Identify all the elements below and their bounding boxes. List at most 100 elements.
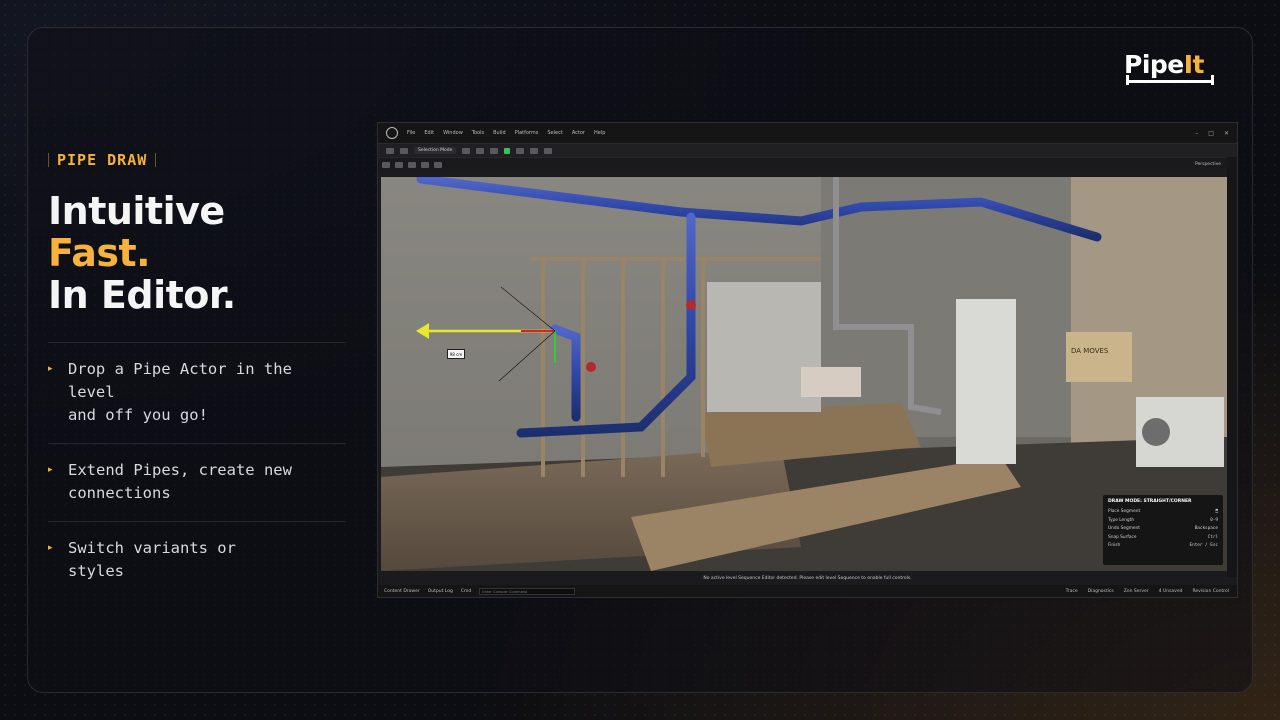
- cardboard-box: [1066, 332, 1132, 382]
- save-icon[interactable]: [386, 147, 394, 154]
- menu-file[interactable]: File: [407, 130, 415, 136]
- feature-item: ▸ Extend Pipes, create new connections: [48, 443, 346, 521]
- tag-divider-right: [155, 153, 157, 167]
- box-label: DA MOVES: [1071, 347, 1109, 355]
- shortcut-row: Finish Enter / Esc: [1108, 543, 1218, 548]
- draw-mode-panel: DRAW MODE: STRAIGHT/CORNER Place Segment…: [1103, 495, 1223, 565]
- stud: [581, 257, 585, 477]
- zen-server-button[interactable]: Zen Server: [1124, 589, 1149, 594]
- length-measure-label: 98 cm: [447, 349, 465, 359]
- feature-item: ▸ Switch variants or styles: [48, 521, 346, 599]
- platforms-icon[interactable]: [544, 147, 553, 154]
- transform-icon[interactable]: [395, 161, 403, 168]
- selection-mode-dropdown[interactable]: Selection Mode: [414, 147, 457, 154]
- sequencer-warning: No active level Sequence Editor detected…: [703, 576, 912, 581]
- editor-statusbar: Content Drawer Output Log Cmd Trace Diag…: [378, 585, 1237, 597]
- shortcut-key: 0-9: [1210, 517, 1218, 523]
- bullet-triangle-icon: ▸: [48, 543, 53, 553]
- shortcut-key: Enter / Esc: [1189, 543, 1218, 548]
- rotate-icon[interactable]: [408, 161, 416, 168]
- unsaved-button[interactable]: 4 Unsaved: [1159, 589, 1183, 594]
- headline: Intuitive Fast. In Editor.: [48, 190, 348, 316]
- console-input[interactable]: [479, 587, 576, 595]
- feature-text: Extend Pipes, create new connections: [68, 461, 292, 502]
- shortcut-row: Undo Segment Backspace: [1108, 526, 1218, 531]
- add-actor-icon[interactable]: [462, 147, 471, 154]
- stop-icon[interactable]: [530, 147, 539, 154]
- window-controls: – □ ✕: [1195, 130, 1237, 137]
- draw-mode-title: DRAW MODE: STRAIGHT/CORNER: [1108, 499, 1192, 504]
- editor-menubar: File Edit Window Tools Build Platforms S…: [378, 123, 1237, 143]
- feature-text: Switch variants or styles: [68, 539, 236, 580]
- washer-door: [1142, 418, 1170, 446]
- pause-icon[interactable]: [516, 147, 525, 154]
- tag-divider-left: [48, 153, 49, 167]
- sandbags: [801, 367, 861, 397]
- blueprint-icon[interactable]: [476, 147, 485, 154]
- shortcut-key: Backspace: [1194, 526, 1218, 531]
- diagnostics-button[interactable]: Diagnostics: [1088, 589, 1114, 594]
- level-viewport[interactable]: DA MOVES 98 cm DRAW MODE: STRAIGHT/CORNE…: [381, 177, 1227, 571]
- shortcut-row: Snap Surface Ctrl: [1108, 535, 1218, 540]
- menu-edit[interactable]: Edit: [424, 130, 434, 136]
- feature-text: Drop a Pipe Actor in the level and off y…: [67, 360, 292, 424]
- snap-icon[interactable]: [434, 161, 442, 168]
- bullet-triangle-icon: ▸: [48, 465, 53, 475]
- logo-text-main: Pipe: [1124, 50, 1184, 79]
- valve-handle[interactable]: [686, 300, 696, 310]
- close-button[interactable]: ✕: [1224, 130, 1229, 137]
- shortcut-row: Place Segment 🖱: [1108, 509, 1218, 514]
- logo-pipe-icon: [1126, 75, 1214, 85]
- menu-build[interactable]: Build: [493, 130, 506, 136]
- pipeit-logo: PipeIt: [1124, 50, 1218, 88]
- maximize-button[interactable]: □: [1208, 130, 1214, 137]
- minimize-button[interactable]: –: [1195, 130, 1198, 137]
- menu-select[interactable]: Select: [547, 130, 562, 136]
- feature-list: ▸ Drop a Pipe Actor in the level and off…: [48, 342, 346, 599]
- statusbar-right: Trace Diagnostics Zen Server 4 Unsaved R…: [1066, 589, 1237, 594]
- stud: [701, 257, 705, 457]
- bullet-triangle-icon: ▸: [48, 364, 53, 374]
- menu-actor[interactable]: Actor: [572, 130, 585, 136]
- shortcut-key: Ctrl: [1207, 534, 1218, 540]
- shortcut-action: Finish: [1108, 543, 1121, 548]
- headline-line-3: In Editor.: [48, 273, 236, 317]
- valve-handle[interactable]: [586, 362, 596, 372]
- side-tab-strip: [1227, 157, 1237, 577]
- menu-window[interactable]: Window: [443, 130, 463, 136]
- basement-scene: DA MOVES: [381, 177, 1227, 571]
- section-tag-label: PIPE DRAW: [57, 151, 148, 169]
- perspective-dropdown[interactable]: Perspective: [1195, 162, 1221, 167]
- unreal-logo-icon[interactable]: [386, 127, 398, 139]
- mouse-icon: 🖱: [1215, 509, 1218, 514]
- stud: [621, 257, 625, 477]
- editor-toolbar: Selection Mode: [378, 143, 1237, 157]
- shortcut-action: Undo Segment: [1108, 526, 1140, 531]
- shortcut-action: Snap Surface: [1108, 534, 1137, 540]
- section-tag: PIPE DRAW: [48, 150, 157, 170]
- logo-text-accent: It: [1183, 50, 1205, 79]
- revision-control-button[interactable]: Revision Control: [1192, 589, 1229, 594]
- menu-platforms[interactable]: Platforms: [515, 130, 539, 136]
- shortcut-action: Place Segment: [1108, 509, 1141, 514]
- cinematics-icon[interactable]: [490, 147, 499, 154]
- feature-item: ▸ Drop a Pipe Actor in the level and off…: [48, 342, 346, 443]
- content-drawer-button[interactable]: Content Drawer: [384, 589, 420, 594]
- shortcut-row: Type Length 0-9: [1108, 518, 1218, 523]
- content-icon[interactable]: [400, 147, 408, 154]
- output-log-button[interactable]: Output Log: [428, 589, 453, 594]
- scale-icon[interactable]: [421, 161, 429, 168]
- shortcut-action: Type Length: [1108, 517, 1135, 523]
- menu-help[interactable]: Help: [594, 130, 605, 136]
- headline-line-1: Intuitive: [48, 189, 225, 233]
- header-beam: [531, 257, 821, 261]
- trace-button[interactable]: Trace: [1066, 589, 1078, 594]
- fridge: [956, 299, 1016, 464]
- menu-tools[interactable]: Tools: [472, 130, 484, 136]
- cmd-dropdown[interactable]: Cmd: [461, 589, 471, 594]
- viewport-toolbar: Perspective: [378, 157, 1237, 171]
- play-icon[interactable]: [504, 147, 511, 154]
- stud: [541, 257, 545, 477]
- unreal-editor-window: File Edit Window Tools Build Platforms S…: [377, 122, 1238, 598]
- viewport-menu-icon[interactable]: [382, 161, 390, 168]
